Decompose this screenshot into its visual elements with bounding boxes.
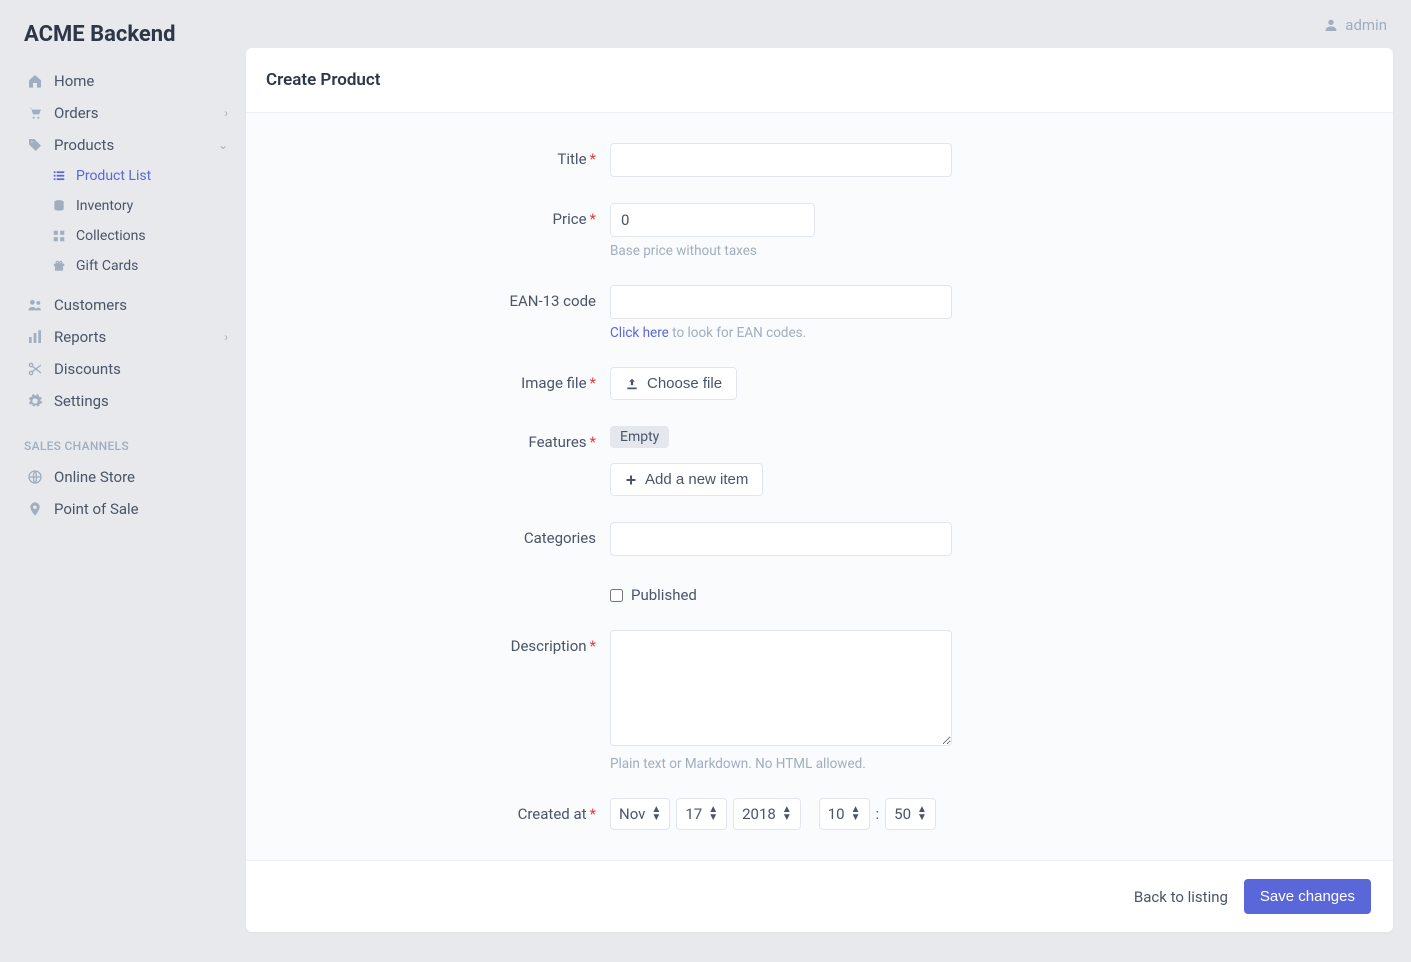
published-checkbox-wrap[interactable]: Published: [610, 582, 1230, 604]
user-icon: [1323, 17, 1339, 33]
page-title: Create Product: [266, 70, 1373, 90]
ean-label: EAN-13 code: [270, 285, 610, 310]
sidebar-item-customers[interactable]: Customers: [0, 289, 246, 321]
description-textarea[interactable]: [610, 630, 952, 746]
published-label: Published: [631, 586, 697, 604]
sidebar-item-label: Inventory: [76, 198, 133, 214]
sidebar-item-settings[interactable]: Settings: [0, 385, 246, 417]
save-changes-button[interactable]: Save changes: [1244, 879, 1371, 914]
sidebar-item-label: Reports: [54, 328, 106, 346]
cart-icon: [24, 105, 46, 121]
gear-icon: [24, 393, 46, 409]
add-item-button[interactable]: Add a new item: [610, 463, 763, 496]
ean-link[interactable]: Click here: [610, 325, 669, 341]
globe-icon: [24, 469, 46, 485]
plus-icon: [625, 474, 637, 486]
sidebar-item-label: Home: [54, 72, 94, 90]
sidebar-item-products[interactable]: Products ⌄: [0, 129, 246, 161]
chart-icon: [24, 329, 46, 345]
users-icon: [24, 297, 46, 313]
scissors-icon: [24, 361, 46, 377]
tag-icon: [24, 137, 46, 153]
sidebar-item-label: Gift Cards: [76, 258, 138, 274]
sidebar-item-label: Discounts: [54, 360, 121, 378]
title-label: Title*: [270, 143, 610, 168]
create-product-panel: Create Product Title* Price* Base price …: [246, 48, 1393, 932]
sidebar-item-collections[interactable]: Collections: [0, 221, 246, 251]
published-checkbox[interactable]: [610, 589, 623, 602]
sidebar-item-home[interactable]: Home: [0, 65, 246, 97]
sidebar-item-label: Customers: [54, 296, 127, 314]
created-year-select[interactable]: 2018▲▼: [733, 798, 801, 830]
choose-file-button[interactable]: Choose file: [610, 367, 737, 400]
list-icon: [52, 169, 70, 183]
grid-icon: [52, 229, 70, 243]
sidebar-item-online-store[interactable]: Online Store: [0, 461, 246, 493]
sidebar-item-label: Point of Sale: [54, 500, 139, 518]
gift-icon: [52, 259, 70, 273]
sidebar-item-label: Online Store: [54, 468, 135, 486]
home-icon: [24, 73, 46, 89]
admin-user-menu[interactable]: admin: [1323, 16, 1387, 34]
sidebar-item-reports[interactable]: Reports ›: [0, 321, 246, 353]
chevron-down-icon: ⌄: [218, 138, 228, 152]
features-label: Features*: [270, 426, 610, 451]
price-input[interactable]: [610, 203, 815, 237]
admin-user-label: admin: [1345, 16, 1387, 34]
created-day-select[interactable]: 17▲▼: [676, 798, 727, 830]
sidebar-item-point-of-sale[interactable]: Point of Sale: [0, 493, 246, 525]
ean-help: Click here to look for EAN codes.: [610, 325, 1230, 341]
sidebar-item-discounts[interactable]: Discounts: [0, 353, 246, 385]
brand-title: ACME Backend: [0, 22, 246, 65]
ean-input[interactable]: [610, 285, 952, 319]
features-empty-badge: Empty: [610, 426, 669, 448]
created-at-label: Created at*: [270, 798, 610, 823]
sidebar-item-inventory[interactable]: Inventory: [0, 191, 246, 221]
sidebar-item-label: Products: [54, 136, 114, 154]
sidebar-item-label: Collections: [76, 228, 146, 244]
back-to-listing-link[interactable]: Back to listing: [1134, 888, 1228, 906]
upload-icon: [625, 377, 639, 391]
sidebar-item-label: Settings: [54, 392, 109, 410]
sidebar-item-product-list[interactable]: Product List: [0, 161, 246, 191]
created-month-select[interactable]: Nov▲▼: [610, 798, 670, 830]
price-help: Base price without taxes: [610, 243, 1230, 259]
price-label: Price*: [270, 203, 610, 228]
description-label: Description*: [270, 630, 610, 655]
database-icon: [52, 199, 70, 213]
sidebar-section-label: SALES CHANNELS: [0, 417, 246, 461]
sidebar-item-label: Orders: [54, 104, 99, 122]
sidebar-item-orders[interactable]: Orders ›: [0, 97, 246, 129]
image-label: Image file*: [270, 367, 610, 392]
chevron-right-icon: ›: [224, 106, 228, 120]
pin-icon: [24, 501, 46, 517]
description-help: Plain text or Markdown. No HTML allowed.: [610, 756, 1230, 772]
title-input[interactable]: [610, 143, 952, 177]
categories-input[interactable]: [610, 522, 952, 556]
categories-label: Categories: [270, 522, 610, 547]
sidebar-item-label: Product List: [76, 168, 151, 184]
created-minute-select[interactable]: 50▲▼: [885, 798, 936, 830]
sidebar: ACME Backend Home Orders › Products ⌄ Pr…: [0, 0, 246, 962]
created-hour-select[interactable]: 10▲▼: [819, 798, 870, 830]
sidebar-item-gift-cards[interactable]: Gift Cards: [0, 251, 246, 281]
chevron-right-icon: ›: [224, 330, 228, 344]
